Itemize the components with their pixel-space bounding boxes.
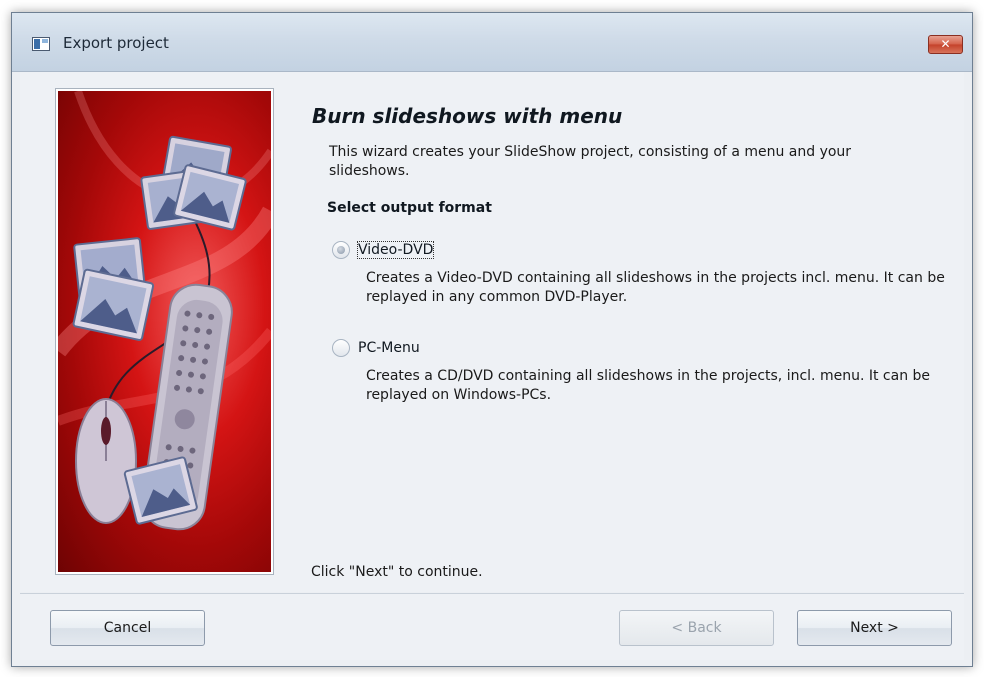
next-button[interactable]: Next >: [797, 610, 952, 646]
wizard-heading: Burn slideshows with menu: [312, 104, 623, 128]
close-button[interactable]: ✕: [928, 35, 963, 54]
wizard-content: Burn slideshows with menu This wizard cr…: [20, 72, 964, 592]
pc-menu-description: Creates a CD/DVD containing all slidesho…: [366, 368, 931, 403]
pc-menu-label[interactable]: PC-Menu: [358, 340, 420, 356]
wizard-side-image: [56, 89, 273, 574]
video-dvd-label[interactable]: Video-DVD: [356, 241, 435, 259]
wizard-footer: Cancel < Back Next >: [20, 593, 964, 660]
continue-hint: Click "Next" to continue.: [311, 564, 483, 580]
output-format-label: Select output format: [327, 200, 492, 216]
video-dvd-radio[interactable]: [332, 241, 350, 259]
pc-menu-radio[interactable]: [332, 339, 350, 357]
video-dvd-description: Creates a Video-DVD containing all slide…: [366, 270, 945, 305]
title-bar[interactable]: Export project ✕: [12, 13, 972, 72]
export-project-dialog: Export project ✕ Burn slideshows with me…: [11, 12, 973, 667]
slideshow-illustration: [58, 91, 271, 531]
back-button[interactable]: < Back: [619, 610, 774, 646]
wizard-intro-text: This wizard creates your SlideShow proje…: [329, 144, 852, 179]
close-icon: ✕: [940, 37, 951, 51]
app-window-icon: [32, 37, 50, 51]
window-title: Export project: [63, 34, 169, 52]
cancel-button[interactable]: Cancel: [50, 610, 205, 646]
